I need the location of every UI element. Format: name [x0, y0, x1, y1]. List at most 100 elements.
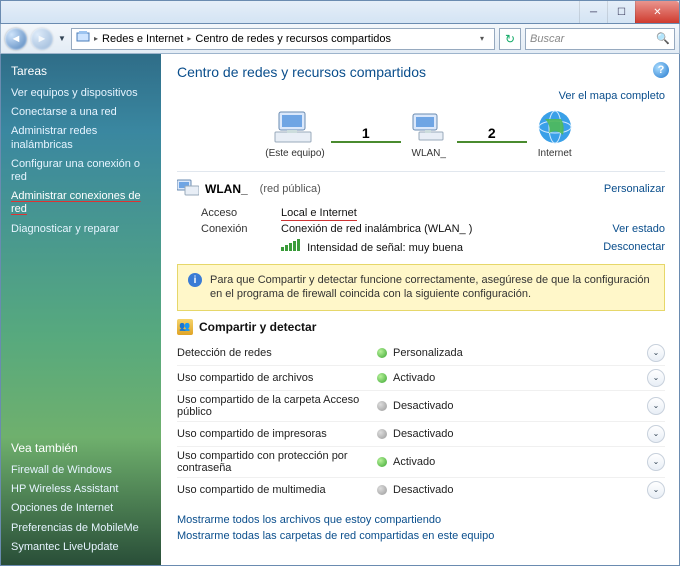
page-title: Centro de redes y recursos compartidos [177, 64, 665, 80]
node-label: Internet [538, 148, 572, 159]
sidebar-sub-mobileme[interactable]: Preferencias de MobileMe [11, 519, 155, 538]
map-edge-2: 2 [457, 125, 527, 143]
content-pane: ? Centro de redes y recursos compartidos… [161, 54, 679, 565]
status-dot-icon [377, 401, 387, 411]
maximize-button[interactable]: ☐ [607, 1, 635, 23]
expand-button[interactable]: ⌄ [647, 453, 665, 471]
node-label: WLAN_ [412, 148, 446, 159]
node-internet: Internet [533, 108, 577, 159]
history-dropdown[interactable]: ▼ [57, 28, 67, 50]
share-discover-header: 👥 Compartir y detectar [177, 319, 665, 335]
connection-label: Conexión [201, 223, 281, 235]
sd-row: Uso compartido de archivos Activado⌄ [177, 365, 665, 390]
expand-button[interactable]: ⌄ [647, 481, 665, 499]
status-dot-icon [377, 457, 387, 467]
network-type: (red pública) [260, 183, 321, 195]
status-dot-icon [377, 373, 387, 383]
sidebar-sub-symantec[interactable]: Symantec LiveUpdate [11, 538, 155, 557]
sidebar-item-connections[interactable]: Administrar conexiones de red [11, 187, 155, 219]
sd-state: Activado [393, 372, 647, 384]
close-button[interactable]: ✕ [635, 1, 679, 23]
chevron-icon: ▸ [187, 34, 191, 43]
search-placeholder: Buscar [530, 33, 564, 45]
sidebar-item-diagnose[interactable]: Diagnosticar y reparar [11, 220, 155, 239]
footer-links: Mostrarme todos los archivos que estoy c… [177, 512, 665, 544]
minimize-button[interactable]: ─ [579, 1, 607, 23]
share-icon: 👥 [177, 319, 193, 335]
search-input[interactable]: Buscar 🔍 [525, 28, 675, 50]
sd-label: Detección de redes [177, 347, 377, 359]
access-label: Acceso [201, 207, 281, 219]
signal-label: Intensidad de señal: muy buena [307, 242, 463, 254]
toolbar: ◄ ► ▼ ▸ Redes e Internet ▸ Centro de red… [0, 24, 680, 54]
sd-row: Uso compartido con protección por contra… [177, 446, 665, 477]
sd-state: Activado [393, 456, 647, 468]
warning-text: Para que Compartir y detectar funcione c… [210, 273, 654, 302]
status-dot-icon [377, 348, 387, 358]
network-row: WLAN_ (red pública) Personalizar [177, 171, 665, 199]
info-icon: i [188, 273, 202, 287]
sd-row: Uso compartido de la carpeta Acceso públ… [177, 390, 665, 421]
sd-row: Uso compartido de multimedia Desactivado⌄ [177, 477, 665, 502]
chevron-icon: ▸ [94, 34, 98, 43]
window-titlebar: ─ ☐ ✕ [0, 0, 680, 24]
breadcrumb-icon [76, 30, 90, 47]
sd-state: Desactivado [393, 484, 647, 496]
map-edge-1: 1 [331, 125, 401, 143]
view-status-link[interactable]: Ver estado [575, 223, 665, 235]
sd-state: Desactivado [393, 428, 647, 440]
expand-button[interactable]: ⌄ [647, 344, 665, 362]
sidebar-item-connect[interactable]: Conectarse a una red [11, 103, 155, 122]
sd-label: Uso compartido de multimedia [177, 484, 377, 496]
expand-button[interactable]: ⌄ [647, 425, 665, 443]
help-icon[interactable]: ? [653, 62, 669, 78]
personalize-link[interactable]: Personalizar [604, 183, 665, 195]
refresh-button[interactable]: ↻ [499, 28, 521, 50]
expand-button[interactable]: ⌄ [647, 369, 665, 387]
network-details: Acceso Local e Internet Conexión Conexió… [201, 205, 665, 256]
node-router: WLAN_ [407, 108, 451, 159]
firewall-warning: i Para que Compartir y detectar funcione… [177, 264, 665, 311]
sd-label: Uso compartido de impresoras [177, 428, 377, 440]
access-value: Local e Internet [281, 207, 357, 221]
forward-button[interactable]: ► [31, 28, 53, 50]
sidebar-item-wireless[interactable]: Administrar redes inalámbricas [11, 122, 155, 154]
globe-icon [533, 108, 577, 146]
expand-button[interactable]: ⌄ [647, 397, 665, 415]
sidebar-item-devices[interactable]: Ver equipos y dispositivos [11, 84, 155, 103]
sd-label: Uso compartido de archivos [177, 372, 377, 384]
node-this-pc: (Este equipo) [265, 108, 324, 159]
sidebar-sub-firewall[interactable]: Firewall de Windows [11, 461, 155, 480]
sidebar-item-setup[interactable]: Configurar una conexión o red [11, 155, 155, 187]
network-map: (Este equipo) 1 WLAN_ 2 Internet [177, 108, 665, 159]
show-shared-files-link[interactable]: Mostrarme todos los archivos que estoy c… [177, 512, 665, 528]
share-discover-list: Detección de redesPersonalizada⌄Uso comp… [177, 341, 665, 502]
sidebar-sub-inetopts[interactable]: Opciones de Internet [11, 499, 155, 518]
disconnect-link[interactable]: Desconectar [575, 241, 665, 253]
sidebar-sub-hpwireless[interactable]: HP Wireless Assistant [11, 480, 155, 499]
show-shared-folders-link[interactable]: Mostrarme todas las carpetas de red comp… [177, 528, 665, 544]
back-button[interactable]: ◄ [5, 28, 27, 50]
breadcrumb[interactable]: ▸ Redes e Internet ▸ Centro de redes y r… [71, 28, 495, 50]
sidebar: Tareas Ver equipos y dispositivos Conect… [1, 54, 161, 565]
status-dot-icon [377, 485, 387, 495]
search-icon: 🔍 [656, 32, 670, 45]
view-full-map-link[interactable]: Ver el mapa completo [559, 90, 665, 102]
router-icon [407, 108, 451, 146]
signal-bars-icon [281, 239, 300, 251]
sidebar-heading: Tareas [11, 64, 155, 78]
network-icon [177, 178, 199, 199]
connection-value: Conexión de red inalámbrica (WLAN_ ) [281, 223, 575, 235]
sd-state: Personalizada [393, 347, 647, 359]
status-dot-icon [377, 429, 387, 439]
breadcrumb-dropdown[interactable]: ▾ [474, 34, 490, 43]
sd-state: Desactivado [393, 400, 647, 412]
node-label: (Este equipo) [265, 148, 324, 159]
sd-row: Detección de redes Personalizada⌄ [177, 341, 665, 365]
breadcrumb-seg-2[interactable]: Centro de redes y recursos compartidos [195, 33, 391, 45]
network-name: WLAN_ [205, 182, 248, 196]
sidebar-subheading: Vea también [11, 441, 155, 455]
sd-row: Uso compartido de impresoras Desactivado⌄ [177, 421, 665, 446]
sd-label: Uso compartido de la carpeta Acceso públ… [177, 394, 377, 418]
breadcrumb-seg-1[interactable]: Redes e Internet [102, 33, 183, 45]
